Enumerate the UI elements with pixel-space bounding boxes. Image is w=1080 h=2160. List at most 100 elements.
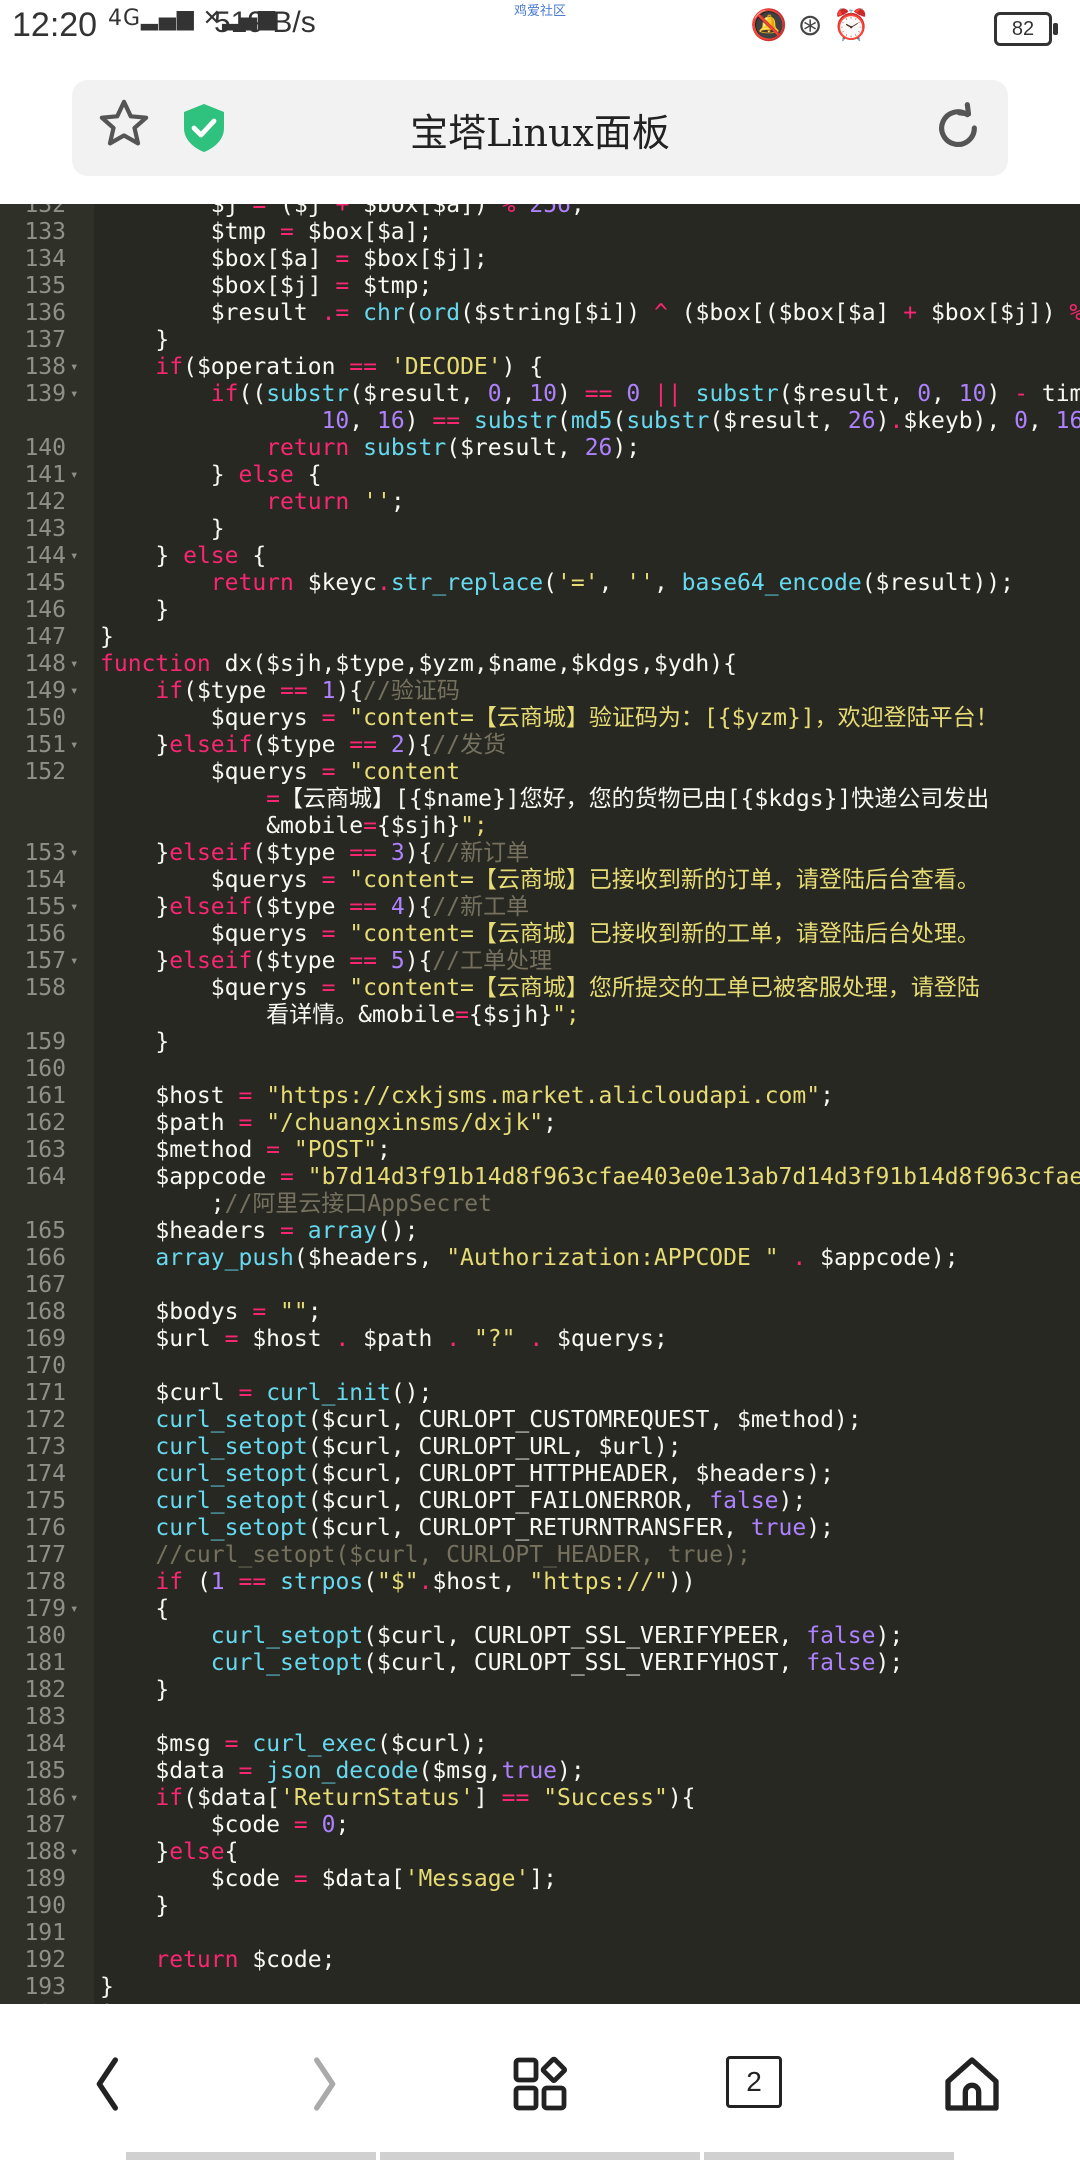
- code-line[interactable]: 151 ▾ }elseif($type == 2){//发货: [0, 732, 1080, 759]
- code-line[interactable]: 193}: [0, 1974, 1080, 2001]
- fold-toggle-icon[interactable]: ▾: [70, 543, 78, 570]
- code-line[interactable]: 188 ▾ }else{: [0, 1839, 1080, 1866]
- line-number: 174: [24, 1461, 66, 1487]
- code-line[interactable]: 134 $box[$a] = $box[$j];: [0, 246, 1080, 273]
- code-line[interactable]: 152 $querys = "content: [0, 759, 1080, 786]
- code-line[interactable]: 143 }: [0, 516, 1080, 543]
- code-line[interactable]: 139 ▾ if((substr($result, 0, 10) == 0 || …: [0, 381, 1080, 408]
- code-line[interactable]: 160: [0, 1056, 1080, 1083]
- code-line[interactable]: 159 }: [0, 1029, 1080, 1056]
- fold-toggle-icon[interactable]: ▾: [70, 732, 78, 759]
- code-line[interactable]: 182 }: [0, 1677, 1080, 1704]
- code-line[interactable]: 169 $url = $host . $path . "?" . $querys…: [0, 1326, 1080, 1353]
- back-icon[interactable]: [78, 2052, 142, 2116]
- code-line[interactable]: 155 ▾ }elseif($type == 4){//新工单: [0, 894, 1080, 921]
- line-number: 186: [24, 1785, 66, 1811]
- code-line[interactable]: 137 }: [0, 327, 1080, 354]
- code-line[interactable]: 184 $msg = curl_exec($curl);: [0, 1731, 1080, 1758]
- code-line[interactable]: 166 array_push($headers, "Authorization:…: [0, 1245, 1080, 1272]
- shield-check-icon[interactable]: [180, 102, 228, 154]
- code-line[interactable]: ;//阿里云接口AppSecret: [0, 1191, 1080, 1218]
- code-line[interactable]: 135 $box[$j] = $tmp;: [0, 273, 1080, 300]
- code-line[interactable]: 189 $code = $data['Message'];: [0, 1866, 1080, 1893]
- fold-toggle-icon[interactable]: ▾: [70, 651, 78, 678]
- code-line[interactable]: 146 }: [0, 597, 1080, 624]
- forward-icon[interactable]: [290, 2052, 354, 2116]
- code-line[interactable]: 162 $path = "/chuangxinsms/dxjk";: [0, 1110, 1080, 1137]
- code-line[interactable]: 132 $j = ($j + $box[$a]) % 256;: [0, 204, 1080, 219]
- code-line[interactable]: 163 $method = "POST";: [0, 1137, 1080, 1164]
- code-line[interactable]: 173 curl_setopt($curl, CURLOPT_URL, $url…: [0, 1434, 1080, 1461]
- code-line[interactable]: 150 $querys = "content=【云商城】验证码为：[{$yzm}…: [0, 705, 1080, 732]
- code-line[interactable]: 164 $appcode = "b7d14d3f91b14d8f963cfae4…: [0, 1164, 1080, 1191]
- fold-toggle-icon[interactable]: ▾: [70, 381, 78, 408]
- code-line[interactable]: &mobile={$sjh}";: [0, 813, 1080, 840]
- line-number: 153: [24, 840, 66, 866]
- fold-toggle-icon[interactable]: ▾: [70, 1596, 78, 1623]
- code-line[interactable]: 192 return $code;: [0, 1947, 1080, 1974]
- code-line[interactable]: 153 ▾ }elseif($type == 3){//新订单: [0, 840, 1080, 867]
- code-line[interactable]: 161 $host = "https://cxkjsms.market.alic…: [0, 1083, 1080, 1110]
- code-line[interactable]: 186 ▾ if($data['ReturnStatus'] == "Succes…: [0, 1785, 1080, 1812]
- code-line[interactable]: 136 $result .= chr(ord($string[$i]) ^ ($…: [0, 300, 1080, 327]
- code-text: $host = "https://cxkjsms.market.alicloud…: [100, 1083, 834, 1109]
- star-icon[interactable]: [96, 96, 152, 152]
- code-line[interactable]: 170: [0, 1353, 1080, 1380]
- code-text: 看详情。&mobile={$sjh}";: [100, 1002, 580, 1028]
- code-line[interactable]: 142 return '';: [0, 489, 1080, 516]
- reload-icon[interactable]: [930, 100, 986, 156]
- home-icon[interactable]: [940, 2052, 1004, 2116]
- code-line[interactable]: 181 curl_setopt($curl, CURLOPT_SSL_VERIF…: [0, 1650, 1080, 1677]
- code-line[interactable]: 191: [0, 1920, 1080, 1947]
- code-line[interactable]: 158 $querys = "content=【云商城】您所提交的工单已被客服处…: [0, 975, 1080, 1002]
- code-line[interactable]: 180 curl_setopt($curl, CURLOPT_SSL_VERIF…: [0, 1623, 1080, 1650]
- code-line[interactable]: 187 $code = 0;: [0, 1812, 1080, 1839]
- code-line[interactable]: 171 $curl = curl_init();: [0, 1380, 1080, 1407]
- apps-grid-icon[interactable]: [508, 2052, 572, 2116]
- code-line[interactable]: 168 $bodys = "";: [0, 1299, 1080, 1326]
- code-line[interactable]: 145 return $keyc.str_replace('=', '', ba…: [0, 570, 1080, 597]
- code-editor[interactable]: 132 $j = ($j + $box[$a]) % 256; 133 $tmp …: [0, 204, 1080, 2004]
- code-line[interactable]: 149 ▾ if($type == 1){//验证码: [0, 678, 1080, 705]
- code-line[interactable]: =【云商城】[{$name}]您好，您的货物已由[{$kdgs}]快递公司发出: [0, 786, 1080, 813]
- fold-toggle-icon[interactable]: ▾: [70, 462, 78, 489]
- code-line[interactable]: 156 $querys = "content=【云商城】已接收到新的工单，请登陆…: [0, 921, 1080, 948]
- code-line[interactable]: 167: [0, 1272, 1080, 1299]
- code-line[interactable]: 148 ▾ function dx($sjh,$type,$yzm,$name,$k…: [0, 651, 1080, 678]
- code-line[interactable]: 138 ▾ if($operation == 'DECODE') {: [0, 354, 1080, 381]
- code-line[interactable]: 看详情。&mobile={$sjh}";: [0, 1002, 1080, 1029]
- fold-toggle-icon[interactable]: ▾: [70, 354, 78, 381]
- code-line[interactable]: 179 ▾ {: [0, 1596, 1080, 1623]
- code-line[interactable]: 178 if (1 == strpos("$".$host, "https://…: [0, 1569, 1080, 1596]
- fold-toggle-icon[interactable]: ▾: [70, 678, 78, 705]
- line-number: 177: [24, 1542, 66, 1568]
- page-title[interactable]: 宝塔Linux面板: [272, 102, 808, 157]
- code-line[interactable]: 133 $tmp = $box[$a];: [0, 219, 1080, 246]
- code-line[interactable]: 175 curl_setopt($curl, CURLOPT_FAILONERR…: [0, 1488, 1080, 1515]
- fold-toggle-icon[interactable]: ▾: [70, 840, 78, 867]
- code-line[interactable]: 190 }: [0, 1893, 1080, 1920]
- code-line[interactable]: 174 curl_setopt($curl, CURLOPT_HTTPHEADE…: [0, 1461, 1080, 1488]
- fold-toggle-icon[interactable]: ▾: [70, 1839, 78, 1866]
- code-line[interactable]: 147}: [0, 624, 1080, 651]
- code-line[interactable]: 183: [0, 1704, 1080, 1731]
- code-line[interactable]: 176 curl_setopt($curl, CURLOPT_RETURNTRA…: [0, 1515, 1080, 1542]
- code-line[interactable]: 177 //curl_setopt($curl, CURLOPT_HEADER,…: [0, 1542, 1080, 1569]
- line-number: 192: [24, 1947, 66, 1973]
- line-number: 150: [24, 705, 66, 731]
- fold-toggle-icon[interactable]: ▾: [70, 894, 78, 921]
- fold-toggle-icon[interactable]: ▾: [70, 1785, 78, 1812]
- code-line[interactable]: 141 ▾ } else {: [0, 462, 1080, 489]
- code-line[interactable]: 172 curl_setopt($curl, CURLOPT_CUSTOMREQ…: [0, 1407, 1080, 1434]
- code-line[interactable]: 10, 16) == substr(md5(substr($result, 26…: [0, 408, 1080, 435]
- address-bar[interactable]: 宝塔Linux面板: [72, 80, 1008, 176]
- code-line[interactable]: 185 $data = json_decode($msg,true);: [0, 1758, 1080, 1785]
- line-number: 170: [24, 1353, 66, 1379]
- code-line[interactable]: 154 $querys = "content=【云商城】已接收到新的订单，请登陆…: [0, 867, 1080, 894]
- code-line[interactable]: 165 $headers = array();: [0, 1218, 1080, 1245]
- code-line[interactable]: 140 return substr($result, 26);: [0, 435, 1080, 462]
- code-line[interactable]: 144 ▾ } else {: [0, 543, 1080, 570]
- code-line[interactable]: 157 ▾ }elseif($type == 5){//工单处理: [0, 948, 1080, 975]
- fold-toggle-icon[interactable]: ▾: [70, 948, 78, 975]
- tabs-button[interactable]: 2: [726, 2056, 782, 2108]
